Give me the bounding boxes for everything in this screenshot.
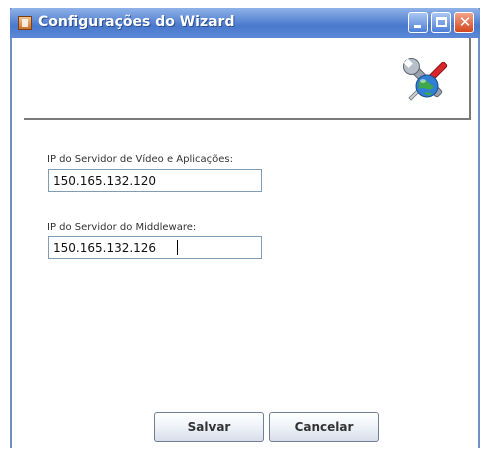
- header-banner: [24, 38, 471, 120]
- minimize-button[interactable]: [408, 12, 428, 33]
- text-caret: [177, 240, 178, 255]
- close-button[interactable]: ✕: [454, 12, 474, 33]
- save-button[interactable]: Salvar: [154, 412, 264, 442]
- middleware-server-ip-input[interactable]: [48, 236, 262, 259]
- video-server-ip-label: IP do Servidor de Vídeo e Aplicações:: [47, 154, 234, 165]
- window-title: Configurações do Wizard: [38, 14, 235, 30]
- video-server-ip-input[interactable]: [48, 169, 262, 192]
- close-icon: ✕: [458, 13, 472, 31]
- maximize-button[interactable]: [431, 12, 451, 33]
- cancel-button[interactable]: Cancelar: [269, 412, 379, 442]
- middleware-server-ip-label: IP do Servidor do Middleware:: [47, 222, 197, 233]
- wrench-screwdriver-globe-icon: [402, 57, 448, 101]
- wizard-settings-window: Configurações do Wizard ✕ IP do Servidor…: [10, 8, 480, 448]
- maximize-icon: [436, 17, 447, 27]
- java-app-icon: [18, 16, 32, 30]
- minimize-icon: [414, 25, 421, 28]
- title-bar[interactable]: Configurações do Wizard ✕: [10, 8, 480, 38]
